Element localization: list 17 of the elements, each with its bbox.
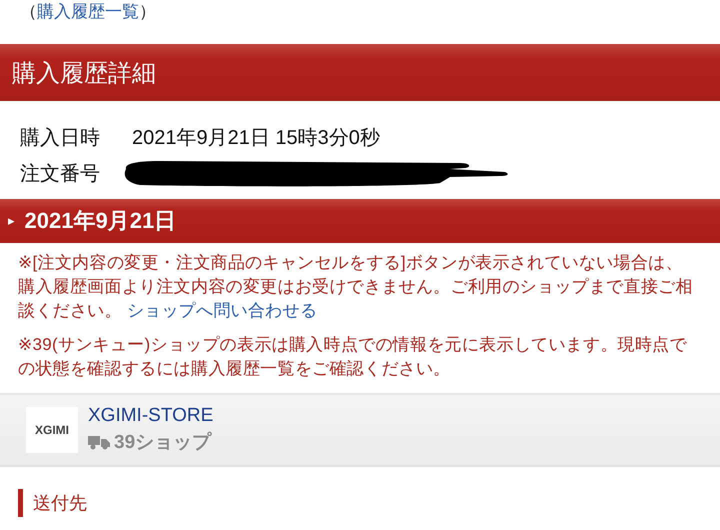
page-header: 購入履歴詳細 (0, 44, 720, 101)
detail-value: 2021年9月21日 15時3分0秒 (132, 126, 380, 150)
notice-text: ※[注文内容の変更・注文商品のキャンセルをする]ボタンが表示されていない場合は、購入履歴画面より注文内容の変更はお受けできません。ご利用のショップまで直接ご相談ください。 ショップへ問い合わせる (18, 252, 694, 322)
section-title: 2021年9月21日 (24, 207, 176, 235)
paren-text: （ (20, 2, 37, 21)
detail-label: 購入日時 (20, 126, 101, 150)
shop-name-link[interactable]: XGIMI-STORE (88, 405, 214, 427)
contact-shop-link[interactable]: ショップへ問い合わせる (126, 301, 318, 320)
shop-logo: XGIMI (26, 407, 78, 453)
detail-label: 注文番号 (20, 162, 101, 186)
shop-badge-label: 39ショップ (114, 430, 212, 455)
purchase-history-link[interactable]: 購入履歴一覧 (37, 2, 139, 21)
triangle-icon: ▸ (8, 213, 15, 229)
section-heading: 送付先 (18, 489, 720, 517)
truck-icon (88, 434, 110, 450)
paren-text: ） (139, 2, 156, 21)
notice-text: ※39(サンキュー)ショップの表示は購入時点での情報を元に表示しています。現時点での状態を確認するには購入履歴一覧をご確認ください。 (18, 334, 688, 380)
